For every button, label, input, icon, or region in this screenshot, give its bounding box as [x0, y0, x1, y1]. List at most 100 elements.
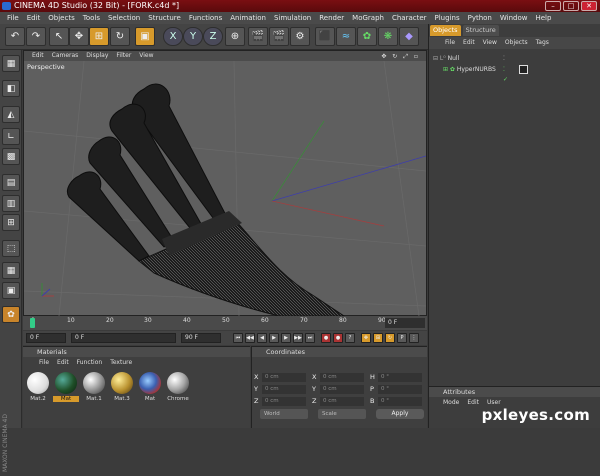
position-z-field[interactable]: 0 cm: [262, 397, 306, 406]
undo-button[interactable]: ↶: [5, 27, 25, 46]
snap-icon[interactable]: ⬚: [2, 240, 20, 257]
menu-file[interactable]: File: [3, 12, 23, 24]
prev-key-icon[interactable]: ◀◀: [245, 333, 255, 343]
menu-render[interactable]: Render: [315, 12, 348, 24]
menu-selection[interactable]: Selection: [104, 12, 144, 24]
menu-tools[interactable]: Tools: [79, 12, 104, 24]
coordinate-system-button[interactable]: ⊕: [225, 27, 245, 46]
workplane-icon[interactable]: ▥: [2, 195, 20, 212]
material-swatch[interactable]: Mat: [137, 372, 163, 402]
grid-icon[interactable]: ▦: [2, 262, 20, 279]
visibility-dots-icon[interactable]: ⁚: [503, 54, 505, 64]
attributes-menu-edit[interactable]: Edit: [463, 398, 483, 408]
materials-menu-texture[interactable]: Texture: [106, 358, 136, 368]
objects-menu-edit[interactable]: Edit: [459, 37, 479, 49]
tab-structure[interactable]: Structure: [462, 25, 499, 36]
tab-objects[interactable]: Objects: [430, 25, 461, 36]
rotate-tool-button[interactable]: ↻: [110, 27, 130, 46]
viewport-menu-edit[interactable]: Edit: [28, 51, 48, 61]
texture-mode-icon[interactable]: ▤: [2, 174, 20, 191]
menu-edit[interactable]: Edit: [23, 12, 45, 24]
viewport-menu-view[interactable]: View: [135, 51, 157, 61]
select-tool-button[interactable]: ↖: [49, 27, 69, 46]
apply-button[interactable]: Apply: [376, 409, 424, 419]
menu-structure[interactable]: Structure: [144, 12, 185, 24]
material-swatch[interactable]: Chrome: [165, 372, 191, 402]
object-mode-icon[interactable]: ◧: [2, 80, 20, 97]
y-axis-button[interactable]: Y: [183, 27, 203, 46]
coordinate-mode-dropdown[interactable]: World: [260, 409, 308, 419]
position-x-field[interactable]: 0 cm: [262, 373, 306, 382]
object-row-hypernurbs[interactable]: ⊞ ✿ HyperNURBS ⁚ ✓: [443, 65, 528, 83]
menu-character[interactable]: Character: [388, 12, 431, 24]
viewport-menu-cameras[interactable]: Cameras: [48, 51, 83, 61]
points-mode-icon[interactable]: ◭: [2, 106, 20, 123]
render-view-button[interactable]: 🎬: [248, 27, 268, 46]
redo-button[interactable]: ↷: [26, 27, 46, 46]
objects-menu-view[interactable]: View: [479, 37, 501, 49]
sculpt-icon[interactable]: ✿: [2, 306, 20, 323]
z-axis-button[interactable]: Z: [203, 27, 223, 46]
menu-python[interactable]: Python: [464, 12, 496, 24]
go-to-end-icon[interactable]: ⏭: [305, 333, 315, 343]
cube-object-button[interactable]: ⬛: [315, 27, 335, 46]
material-swatch[interactable]: Mat.3: [109, 372, 135, 402]
array-button[interactable]: ❋: [378, 27, 398, 46]
move-tool-button[interactable]: ✥: [69, 27, 89, 46]
menu-window[interactable]: Window: [496, 12, 532, 24]
spline-button[interactable]: ≈: [336, 27, 356, 46]
scale-tool-button[interactable]: ⊞: [89, 27, 109, 46]
render-picture-viewer-button[interactable]: 🎬: [269, 27, 289, 46]
playhead[interactable]: [30, 318, 35, 328]
scale-y-field[interactable]: 0 cm: [320, 385, 364, 394]
live-selection-button[interactable]: ▣: [135, 27, 155, 46]
rotation-p-field[interactable]: 0 °: [378, 385, 422, 394]
scale-x-field[interactable]: 0 cm: [320, 373, 364, 382]
key-position-icon[interactable]: ✥: [361, 333, 371, 343]
close-button[interactable]: ✕: [581, 1, 597, 11]
materials-menu-function[interactable]: Function: [73, 358, 107, 368]
menu-mograph[interactable]: MoGraph: [348, 12, 388, 24]
materials-menu-file[interactable]: File: [35, 358, 53, 368]
go-to-start-icon[interactable]: ⏮: [233, 333, 243, 343]
material-tag-icon[interactable]: [519, 65, 528, 74]
polygons-mode-icon[interactable]: ▩: [2, 148, 20, 165]
nurbs-button[interactable]: ✿: [357, 27, 377, 46]
viewport-menu-filter[interactable]: Filter: [112, 51, 135, 61]
prev-frame-icon[interactable]: ◀: [257, 333, 267, 343]
menu-plugins[interactable]: Plugins: [431, 12, 464, 24]
attributes-menu-mode[interactable]: Mode: [439, 398, 463, 408]
current-frame-field[interactable]: 0 F: [385, 318, 425, 328]
size-mode-dropdown[interactable]: Scale: [318, 409, 366, 419]
model-mode-icon[interactable]: ▦: [2, 55, 20, 72]
viewport-menu-display[interactable]: Display: [82, 51, 112, 61]
material-swatch[interactable]: Mat.2: [25, 372, 51, 402]
menu-animation[interactable]: Animation: [226, 12, 270, 24]
key-scale-icon[interactable]: ⊞: [373, 333, 383, 343]
start-frame-field[interactable]: 0 F: [26, 333, 66, 343]
menu-help[interactable]: Help: [531, 12, 555, 24]
record-icon[interactable]: ●: [321, 333, 331, 343]
render-settings-button[interactable]: ⚙: [290, 27, 310, 46]
rotation-b-field[interactable]: 0 °: [378, 397, 422, 406]
x-axis-button[interactable]: X: [163, 27, 183, 46]
objects-menu-file[interactable]: File: [441, 37, 459, 49]
keyframe-selection-icon[interactable]: ?: [345, 333, 355, 343]
frame-slider[interactable]: 0 F: [71, 333, 176, 343]
object-row-null[interactable]: ⊟ L⁰ Null ⁚: [433, 54, 505, 64]
position-y-field[interactable]: 0 cm: [262, 385, 306, 394]
menu-functions[interactable]: Functions: [185, 12, 226, 24]
minimize-button[interactable]: –: [545, 1, 561, 11]
material-swatch[interactable]: Mat.1: [81, 372, 107, 402]
axis-mode-icon[interactable]: ⊞: [2, 214, 20, 231]
end-frame-field[interactable]: 90 F: [181, 333, 221, 343]
materials-menu-edit[interactable]: Edit: [53, 358, 73, 368]
next-frame-icon[interactable]: ▶: [281, 333, 291, 343]
objects-menu-tags[interactable]: Tags: [532, 37, 553, 49]
scale-z-field[interactable]: 0 cm: [320, 397, 364, 406]
menu-objects[interactable]: Objects: [44, 12, 78, 24]
enabled-check-icon[interactable]: ⁚ ✓: [503, 65, 508, 85]
autokey-icon[interactable]: ●: [333, 333, 343, 343]
key-pla-icon[interactable]: ⋮: [409, 333, 419, 343]
timeline-ruler[interactable]: 0 10 20 30 40 50 60 70 80 90 0 F: [23, 316, 427, 330]
